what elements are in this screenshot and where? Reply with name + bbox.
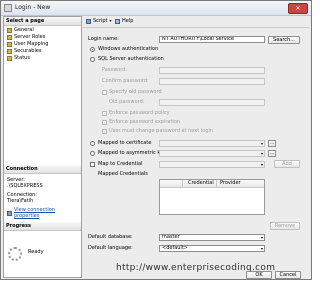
old-password-label: Old password: bbox=[109, 99, 145, 105]
remove-credential-button[interactable]: Remove bbox=[270, 222, 300, 230]
help-label: Help bbox=[122, 18, 134, 24]
page-label: Server Roles bbox=[14, 34, 46, 40]
mapped-asymmetric-key-radio[interactable] bbox=[90, 151, 95, 156]
credential-select[interactable]: ▾ bbox=[159, 161, 265, 168]
page-label: Status bbox=[14, 55, 30, 61]
chevron-down-icon: ▾ bbox=[260, 141, 263, 146]
confirm-password-label: Confirm password: bbox=[102, 78, 149, 84]
script-label: Script bbox=[93, 18, 108, 24]
must-change-checkbox[interactable]: ✓ bbox=[102, 129, 107, 134]
enforce-expiration-checkbox[interactable]: ✓ bbox=[102, 120, 107, 125]
certificate-select[interactable]: ▾ bbox=[159, 140, 265, 147]
progress-status: Ready bbox=[28, 249, 44, 255]
mapped-asymmetric-key-label: Mapped to asymmetric key bbox=[98, 150, 167, 156]
specify-old-password-label: Specify old password bbox=[109, 89, 162, 95]
script-button[interactable]: Script ▾ bbox=[86, 16, 112, 26]
column-separator bbox=[182, 180, 183, 187]
connection-header: Connection bbox=[4, 165, 81, 174]
chevron-down-icon: ▾ bbox=[109, 18, 112, 23]
page-item-server-roles[interactable]: Server Roles bbox=[7, 34, 45, 41]
page-icon bbox=[7, 35, 12, 40]
certificate-browse-button[interactable]: ... bbox=[268, 140, 276, 147]
title-bar: Login - New ✕ bbox=[1, 1, 311, 16]
grid-header: Credential Provider bbox=[160, 180, 264, 188]
password-label: Password: bbox=[102, 67, 128, 73]
map-to-credential-label: Map to Credential bbox=[98, 161, 143, 167]
mapped-credentials-grid[interactable]: Credential Provider bbox=[159, 179, 265, 215]
provider-column-header[interactable]: Provider bbox=[220, 180, 241, 187]
windows-auth-radio[interactable] bbox=[90, 47, 95, 52]
specify-old-password-checkbox[interactable] bbox=[102, 90, 107, 95]
default-language-select[interactable]: <default> ▾ bbox=[159, 245, 265, 252]
connection-value: Tiera\Fatih bbox=[7, 198, 34, 204]
login-dialog-window: Login - New ✕ Select a page General Serv… bbox=[0, 0, 312, 280]
view-properties-label: View connection properties bbox=[13, 207, 55, 219]
help-icon bbox=[115, 18, 120, 24]
enforce-policy-checkbox[interactable]: ✓ bbox=[102, 111, 107, 116]
mapped-credentials-label: Mapped Credentials bbox=[98, 171, 148, 177]
default-database-value: master bbox=[162, 234, 180, 240]
sql-auth-radio[interactable] bbox=[90, 57, 95, 62]
server-value: .\SQLEXPRESS bbox=[7, 183, 43, 189]
page-item-status[interactable]: Status bbox=[7, 55, 30, 62]
default-database-label: Default database: bbox=[88, 234, 133, 240]
toolbar: Script ▾ Help bbox=[83, 16, 309, 26]
asymmetric-key-select[interactable]: ▾ bbox=[159, 150, 265, 157]
credential-column-header[interactable]: Credential bbox=[188, 180, 214, 187]
login-name-input[interactable]: NT AUTHORITY\Local Service bbox=[159, 36, 265, 43]
progress-spinner-icon bbox=[8, 247, 22, 261]
default-language-label: Default language: bbox=[88, 245, 133, 251]
default-database-select[interactable]: master ▾ bbox=[159, 234, 265, 241]
select-page-header: Select a page bbox=[4, 17, 81, 26]
page-label: General bbox=[14, 27, 34, 33]
map-to-credential-checkbox[interactable] bbox=[90, 162, 95, 167]
page-item-general[interactable]: General bbox=[7, 27, 34, 34]
page-label: Securables bbox=[14, 48, 42, 54]
enforce-expiration-label: Enforce password expiration bbox=[109, 119, 181, 125]
mapped-certificate-radio[interactable] bbox=[90, 141, 95, 146]
view-connection-properties-link[interactable]: View connection properties bbox=[7, 207, 81, 219]
windows-auth-label: Windows authentication bbox=[98, 46, 159, 52]
mapped-certificate-label: Mapped to certificate bbox=[98, 140, 152, 146]
old-password-input[interactable] bbox=[159, 99, 265, 106]
window-title: Login - New bbox=[15, 4, 51, 11]
asymmetric-key-browse-button[interactable]: ... bbox=[268, 150, 276, 157]
page-icon bbox=[7, 42, 12, 47]
page-item-securables[interactable]: Securables bbox=[7, 48, 42, 55]
add-credential-button[interactable]: Add bbox=[274, 160, 300, 168]
chevron-down-icon: ▾ bbox=[260, 246, 263, 251]
chevron-down-icon: ▾ bbox=[260, 235, 263, 240]
app-icon bbox=[4, 4, 12, 12]
password-input[interactable] bbox=[159, 67, 265, 74]
progress-header: Progress bbox=[4, 222, 81, 231]
sql-auth-label: SQL Server authentication bbox=[98, 56, 164, 62]
help-button[interactable]: Help bbox=[115, 16, 133, 26]
login-name-label: Login name: bbox=[88, 36, 119, 42]
page-icon bbox=[7, 56, 12, 61]
properties-icon bbox=[7, 210, 12, 216]
column-separator bbox=[216, 180, 217, 187]
chevron-down-icon: ▾ bbox=[260, 151, 263, 156]
chevron-down-icon: ▾ bbox=[260, 162, 263, 167]
script-icon bbox=[86, 18, 91, 24]
close-button[interactable]: ✕ bbox=[288, 3, 308, 14]
ok-button[interactable]: OK bbox=[246, 271, 272, 279]
toolbar-separator bbox=[83, 27, 309, 28]
enforce-policy-label: Enforce password policy bbox=[109, 110, 170, 116]
page-item-user-mapping[interactable]: User Mapping bbox=[7, 41, 48, 48]
page-icon bbox=[7, 28, 12, 33]
confirm-password-input[interactable] bbox=[159, 78, 265, 85]
page-label: User Mapping bbox=[14, 41, 49, 47]
must-change-label: User must change password at next login bbox=[109, 128, 213, 134]
cancel-button[interactable]: Cancel bbox=[275, 271, 301, 279]
page-icon bbox=[7, 49, 12, 54]
default-language-value: <default> bbox=[162, 245, 188, 251]
left-pane: Select a page General Server Roles User … bbox=[3, 16, 82, 278]
search-button[interactable]: Search... bbox=[268, 36, 300, 44]
